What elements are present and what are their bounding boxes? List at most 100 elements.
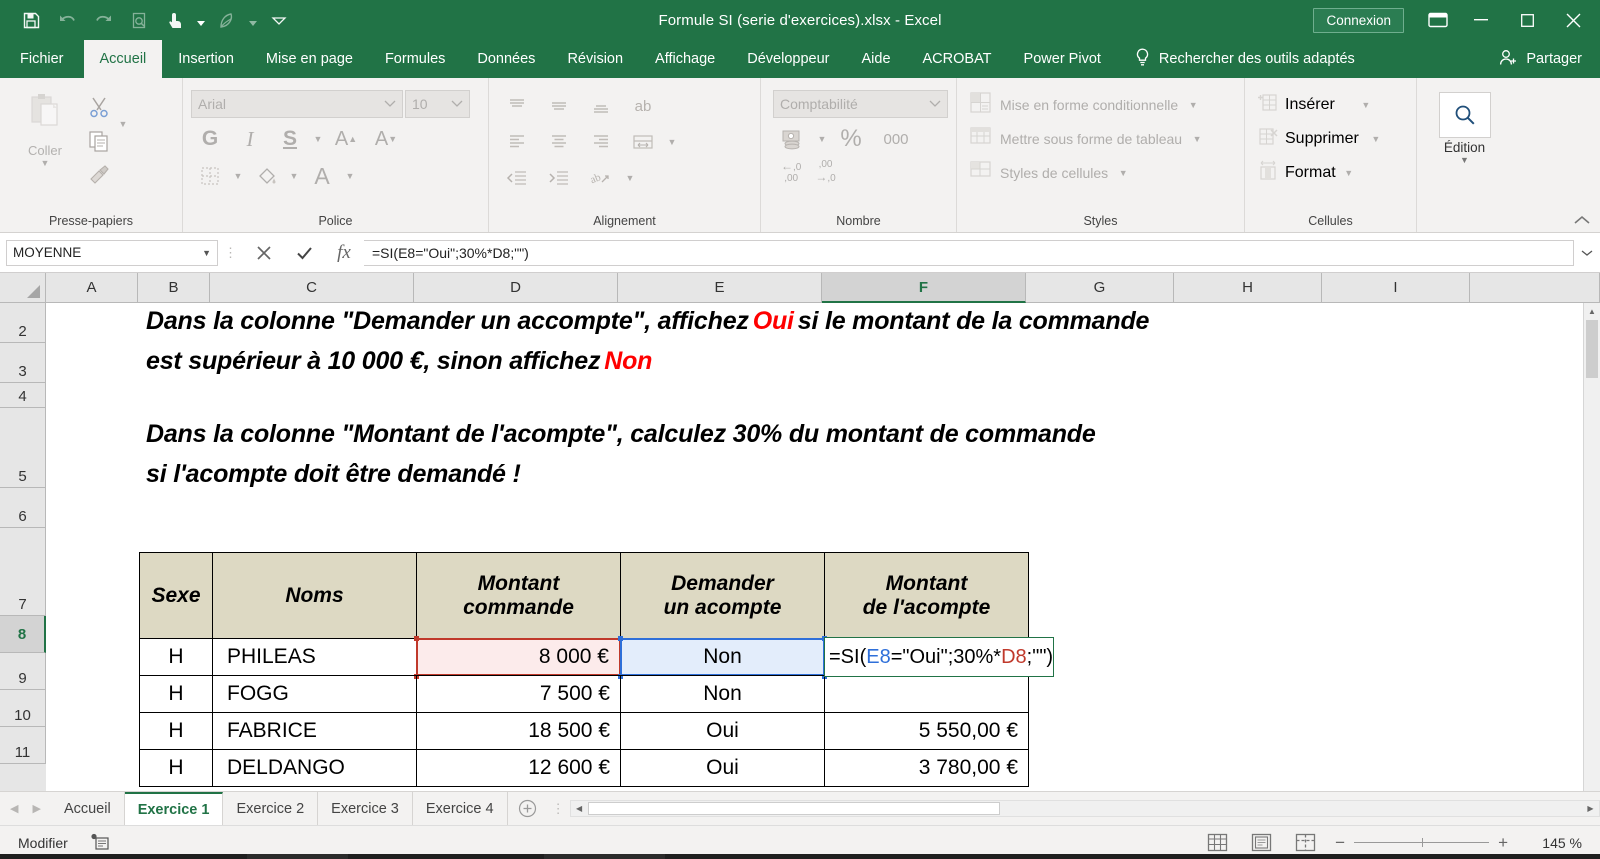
cell-C10-nom[interactable]: FABRICE [212,712,417,750]
paste-button[interactable]: Coller ▼ [8,86,82,190]
decrease-indent-icon[interactable] [497,162,537,194]
align-center-icon[interactable] [539,126,579,158]
scroll-right-arrow-icon[interactable]: ▶ [1582,801,1599,816]
zoom-slider[interactable]: − + [1335,833,1508,853]
tab-aide[interactable]: Aide [845,40,906,78]
zoom-out-button[interactable]: − [1335,833,1345,853]
paste-caret-icon[interactable]: ▼ [38,158,52,168]
accounting-caret-icon[interactable]: ▼ [815,134,829,144]
touch-mode-icon[interactable] [158,5,192,35]
column-header-C[interactable]: C [210,273,414,303]
row-header-7[interactable]: 7 [0,528,46,616]
minimize-button[interactable] [1458,0,1504,40]
formula-input[interactable]: =SI(E8="Oui";30%*D8;"") [364,240,1574,266]
cancel-formula-icon[interactable] [244,236,284,270]
column-header-H[interactable]: H [1174,273,1322,303]
merge-caret-icon[interactable]: ▼ [665,137,679,147]
expand-formula-bar-icon[interactable] [1574,236,1600,270]
cell-E10-demander[interactable]: Oui [620,712,825,750]
cell-C8-nom[interactable]: PHILEAS [212,638,417,676]
font-color-button[interactable]: A [303,160,341,192]
format-as-table-caret-icon[interactable]: ▼ [1190,134,1204,144]
align-right-icon[interactable] [581,126,621,158]
copy-caret-icon[interactable]: ▼ [116,119,130,129]
tab-fichier[interactable]: Fichier [0,40,84,78]
align-left-icon[interactable] [497,126,537,158]
merge-cells-icon[interactable] [623,126,663,158]
cell-D10-montant[interactable]: 18 500 € [416,712,621,750]
name-box-caret-icon[interactable]: ▼ [202,248,211,258]
cell-E8-demander[interactable]: Non [620,638,825,676]
row-header-4[interactable]: 4 [0,383,46,408]
zoom-level-label[interactable]: 145 % [1524,835,1582,851]
connexion-button[interactable]: Connexion [1313,8,1404,33]
row-header-9[interactable]: 9 [0,653,46,690]
tab-developpeur[interactable]: Développeur [731,40,845,78]
decrease-decimal-button[interactable]: ←,0,00 [781,160,801,184]
format-as-table-button[interactable]: Mettre sous forme de tableau ▼ [965,122,1208,156]
delete-cells-button[interactable]: Supprimer ▼ [1253,122,1387,156]
vertical-scroll-thumb[interactable] [1586,320,1598,378]
tab-mise-en-page[interactable]: Mise en page [250,40,369,78]
accessibility-icon[interactable] [90,833,109,853]
add-sheet-button[interactable] [508,792,548,825]
redo-icon[interactable] [86,5,120,35]
name-box[interactable]: MOYENNE ▼ [6,240,218,266]
insert-cells-button[interactable]: Insérer ▼ [1253,88,1377,122]
sheet-tab-exercice-1[interactable]: Exercice 1 [125,792,224,825]
comma-style-button[interactable]: 000 [873,123,919,155]
row-header-6[interactable]: 6 [0,488,46,528]
font-name-combo[interactable]: Arial [191,90,403,118]
close-button[interactable] [1550,0,1596,40]
fill-color-button[interactable] [247,160,285,192]
cell-B10-sexe[interactable]: H [139,712,213,750]
scroll-up-arrow-icon[interactable]: ▲ [1584,303,1600,320]
tab-accueil[interactable]: Accueil [84,40,163,78]
borders-button[interactable] [191,160,229,192]
tab-insertion[interactable]: Insertion [162,40,250,78]
format-cells-caret-icon[interactable]: ▼ [1342,168,1356,178]
column-header-F[interactable]: F [822,273,1026,303]
cell-C11-nom[interactable]: DELDANGO [212,749,417,787]
cell-F8-editing[interactable]: =SI( E8 ="Oui";30%* D8 ;"") [824,637,1054,677]
select-all-corner[interactable] [0,273,46,303]
ribbon-display-options-icon[interactable] [1418,3,1458,37]
row-header-8[interactable]: 8 [0,616,46,653]
sheet-tab-exercice-2[interactable]: Exercice 2 [223,792,318,825]
underline-button[interactable]: S [271,123,309,155]
format-painter-icon[interactable] [82,160,116,190]
cell-B11-sexe[interactable]: H [139,749,213,787]
align-top-icon[interactable] [497,90,537,122]
insert-cells-caret-icon[interactable]: ▼ [1359,100,1373,110]
cell-D8-montant[interactable]: 8 000 € [416,638,621,676]
cell-B9-sexe[interactable]: H [139,675,213,713]
column-header-D[interactable]: D [414,273,618,303]
font-color-caret-icon[interactable]: ▼ [343,171,357,181]
tell-me-search[interactable]: Rechercher des outils adaptés [1117,40,1365,78]
tab-revision[interactable]: Révision [551,40,639,78]
cell-styles-caret-icon[interactable]: ▼ [1116,168,1130,178]
sheet-tab-exercice-4[interactable]: Exercice 4 [413,792,508,825]
horizontal-scrollbar[interactable]: ◀ ▶ [570,800,1600,817]
row-header-10[interactable]: 10 [0,690,46,727]
insert-function-icon[interactable]: fx [324,236,364,270]
tab-formules[interactable]: Formules [369,40,461,78]
zoom-track[interactable] [1354,842,1489,843]
format-cells-button[interactable]: Format ▼ [1253,156,1360,190]
fill-color-caret-icon[interactable]: ▼ [287,171,301,181]
accounting-format-icon[interactable] [773,123,813,155]
cell-F10-acompte[interactable]: 5 550,00 € [824,712,1029,750]
sheet-tab-exercice-3[interactable]: Exercice 3 [318,792,413,825]
cell-E9-demander[interactable]: Non [620,675,825,713]
zoom-in-button[interactable]: + [1498,833,1508,853]
orientation-caret-icon[interactable]: ▼ [623,173,637,183]
row-header-2[interactable]: 2 [0,303,46,343]
conditional-formatting-button[interactable]: Mise en forme conditionnelle ▼ [965,88,1204,122]
cell-F11-acompte[interactable]: 3 780,00 € [824,749,1029,787]
touch-mode-caret-icon[interactable] [194,5,208,35]
cell-E11-demander[interactable]: Oui [620,749,825,787]
increase-indent-icon[interactable] [539,162,579,194]
tab-donnees[interactable]: Données [461,40,551,78]
delete-cells-caret-icon[interactable]: ▼ [1369,134,1383,144]
increase-decimal-button[interactable]: ,00→,0 [815,160,835,184]
